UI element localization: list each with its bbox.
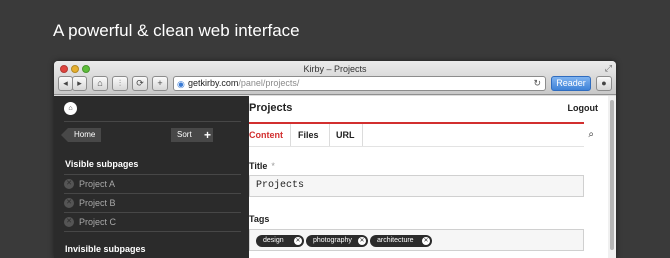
title-field-label: Title *	[249, 161, 275, 171]
visible-subpages-heading: Visible subpages	[65, 159, 139, 169]
tab-divider	[249, 146, 584, 147]
globe-icon: ◉	[177, 79, 185, 89]
scrollbar-thumb[interactable]	[610, 100, 614, 250]
new-tab-button[interactable]: +	[152, 76, 168, 91]
address-bar[interactable]: ◉ getkirby.com/panel/projects/ ↻	[173, 76, 546, 91]
remove-tag-icon[interactable]: ✕	[358, 237, 366, 245]
tags-field-label: Tags	[249, 214, 270, 224]
main-content: Projects Logout Content Files URL ⌕ Titl…	[249, 96, 608, 258]
scrollbar[interactable]	[608, 96, 616, 258]
search-icon[interactable]: ⌕	[588, 129, 594, 140]
tab-files[interactable]: Files	[298, 124, 330, 146]
breadcrumb-home[interactable]: Home	[60, 128, 102, 142]
refresh-button[interactable]: ⟳	[132, 76, 148, 91]
sidebar-item-project-b[interactable]: ✕ Project B	[64, 194, 241, 212]
remove-tag-icon[interactable]: ✕	[422, 237, 430, 245]
home-button[interactable]: ⌂	[92, 76, 108, 91]
add-page-icon[interactable]: +	[204, 128, 211, 142]
sidebar-item-label: Project A	[79, 179, 116, 189]
sidebar-divider	[64, 231, 241, 232]
sidebar-item-project-a[interactable]: ✕ Project A	[64, 175, 241, 193]
reader-button[interactable]: Reader	[551, 76, 591, 91]
title-input[interactable]: Projects	[249, 175, 584, 197]
title-input-value: Projects	[256, 180, 305, 191]
tab-url[interactable]: URL	[336, 124, 363, 146]
reload-icon[interactable]: ↻	[533, 77, 541, 90]
window-title: Kirby – Projects	[303, 64, 367, 74]
sort-label: Sort	[177, 130, 192, 139]
address-host: getkirby.com	[188, 78, 239, 88]
tag-label: photography	[313, 237, 352, 244]
address-path: /panel/projects/	[238, 78, 300, 88]
tag-photography[interactable]: photography ✕	[306, 235, 368, 247]
headline: A powerful & clean web interface	[53, 21, 300, 40]
logout-link[interactable]: Logout	[568, 103, 599, 113]
sidebar-item-project-c[interactable]: ✕ Project C	[64, 213, 241, 231]
invisible-subpages-heading: Invisible subpages	[65, 244, 146, 254]
back-button[interactable]: ◂	[58, 76, 73, 91]
title-label-text: Title	[249, 161, 268, 171]
downloads-button[interactable]: ●	[596, 76, 612, 91]
tag-design[interactable]: design ✕	[256, 235, 304, 247]
required-marker: *	[271, 161, 275, 171]
toggle-visibility-icon[interactable]: ✕	[64, 198, 74, 208]
sidebar-item-label: Project C	[79, 217, 117, 227]
page-title: Projects	[249, 102, 293, 114]
remove-tag-icon[interactable]: ✕	[294, 237, 302, 245]
forward-button[interactable]: ▸	[72, 76, 87, 91]
home-icon[interactable]: ⌂	[64, 102, 77, 115]
tag-label: architecture	[377, 237, 414, 244]
sidebar: ⌂ Home Sort + Visible subpages ✕ Project…	[54, 96, 249, 258]
browser-titlebar: Kirby – Projects ⤢ ◂ ▸ ⌂ ⫶ ⟳ + ◉ getkirb…	[54, 61, 616, 95]
sidebar-divider	[64, 121, 241, 122]
tags-input[interactable]: design ✕ photography ✕ architecture ✕	[249, 229, 584, 251]
fullscreen-icon[interactable]: ⤢	[605, 63, 612, 74]
bookmark-button[interactable]: ⫶	[112, 76, 128, 91]
tag-architecture[interactable]: architecture ✕	[370, 235, 432, 247]
tab-content[interactable]: Content	[249, 124, 291, 146]
browser-window: Kirby – Projects ⤢ ◂ ▸ ⌂ ⫶ ⟳ + ◉ getkirb…	[54, 61, 616, 258]
toggle-visibility-icon[interactable]: ✕	[64, 217, 74, 227]
sort-button[interactable]: Sort +	[171, 128, 213, 142]
tag-label: design	[263, 237, 284, 244]
sidebar-item-label: Project B	[79, 198, 116, 208]
toggle-visibility-icon[interactable]: ✕	[64, 179, 74, 189]
content-inner: Projects Logout Content Files URL ⌕ Titl…	[249, 96, 608, 258]
